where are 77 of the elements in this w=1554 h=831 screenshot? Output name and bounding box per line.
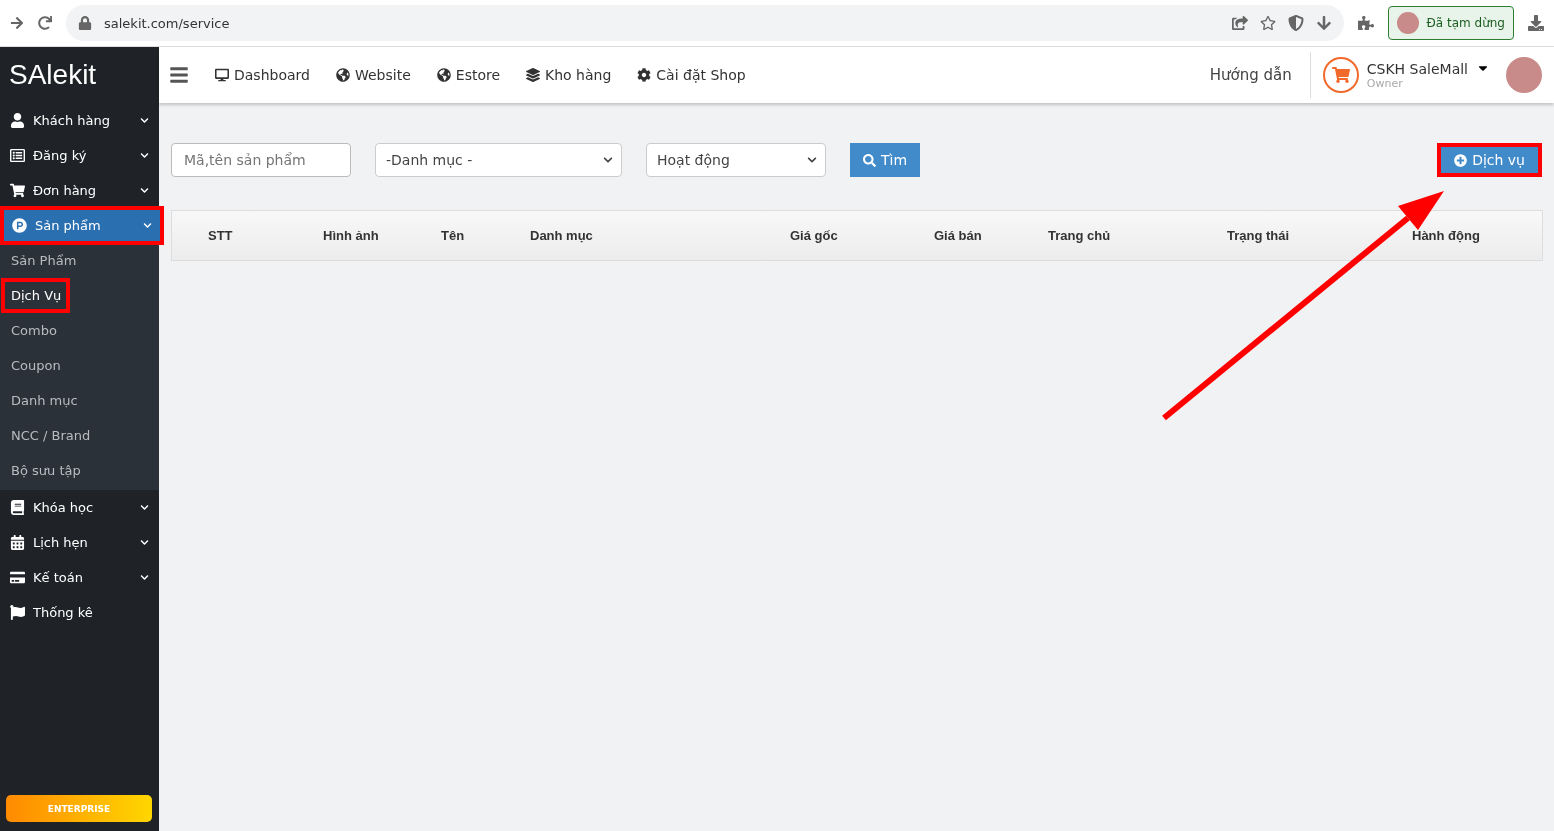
nav-link[interactable]: Dashboard	[215, 67, 310, 83]
address-bar[interactable]: salekit.com/service	[66, 5, 1344, 41]
submenu-item[interactable]: Combo	[5, 317, 62, 344]
avatar-placeholder	[1396, 12, 1419, 34]
nav-link[interactable]: Kho hàng	[526, 67, 612, 83]
search-field[interactable]: Mã,tên sản phẩm	[171, 143, 351, 177]
column-header: STT	[207, 228, 234, 243]
user-name[interactable]: CSKH SaleMall	[1366, 60, 1468, 77]
chevron-icon	[143, 221, 152, 230]
flag-icon	[10, 605, 25, 620]
column-header: Hình ảnh	[323, 228, 380, 243]
search-button[interactable]: Tìm	[850, 143, 921, 177]
lock-icon	[78, 16, 92, 30]
forward-icon[interactable]	[10, 16, 24, 30]
nav-link[interactable]: Website	[335, 67, 411, 83]
profile-button[interactable]: Đã tạm dừng	[1387, 6, 1514, 40]
gear-icon	[637, 68, 652, 82]
chevron-icon	[140, 116, 149, 125]
chevron-icon	[140, 573, 149, 582]
column-header: Giá bán	[934, 228, 983, 243]
sidebar-item[interactable]: Lịch hẹn	[0, 525, 159, 560]
nav-link[interactable]: Cài đặt Shop	[637, 67, 746, 83]
chevron-icon	[603, 155, 613, 165]
sidebar-item[interactable]: Khóa học	[0, 490, 159, 525]
submenu-item[interactable]: Danh mục	[5, 387, 83, 414]
sidebar-item[interactable]: Kế toán	[0, 560, 159, 595]
star-icon[interactable]	[1259, 15, 1276, 31]
chevron-icon	[807, 155, 817, 165]
submenu-item[interactable]: NCC / Brand	[5, 422, 96, 449]
globe-icon	[436, 68, 451, 82]
menu-icon[interactable]	[169, 65, 189, 85]
submenu-item[interactable]: Coupon	[5, 352, 66, 379]
sidebar-item[interactable]: Thống kê	[0, 595, 159, 630]
chevron-icon	[140, 151, 149, 160]
chevron-icon	[140, 538, 149, 547]
sidebar-item[interactable]: Đăng ký	[0, 138, 159, 173]
submenu-item[interactable]: Bộ sưu tập	[5, 457, 86, 484]
column-header: Tên	[441, 228, 466, 243]
book-icon	[10, 500, 25, 515]
puzzle-icon[interactable]	[1357, 15, 1374, 31]
download-icon[interactable]	[1528, 15, 1544, 31]
nav-link[interactable]: Estore	[436, 67, 501, 83]
user-role: Owner	[1366, 76, 1404, 90]
category-select[interactable]: -Danh mục -	[375, 143, 622, 177]
chevron-icon	[140, 186, 149, 195]
column-header: Danh mục	[530, 228, 594, 243]
plan-badge: ENTERPRISE	[6, 795, 152, 822]
logo: SAlekit	[8, 58, 98, 92]
shield-icon[interactable]	[1287, 15, 1304, 31]
download-arrow-icon[interactable]	[1315, 15, 1332, 31]
column-header: Trang chủ	[1048, 228, 1112, 243]
help-link[interactable]: Hướng dẫn	[1209, 66, 1292, 84]
add-service-button[interactable]: Dịch vụ	[1437, 143, 1542, 177]
reload-icon[interactable]	[38, 16, 52, 30]
layers-icon	[526, 68, 541, 82]
list-icon	[10, 148, 25, 163]
sidebar-item[interactable]: Sản phẩm	[2, 208, 162, 243]
card-icon	[10, 570, 25, 585]
column-header: Trạng thái	[1227, 228, 1291, 243]
search-icon	[863, 153, 876, 167]
sidebar-item[interactable]: Đơn hàng	[0, 173, 159, 208]
column-header: Giá gốc	[790, 228, 839, 243]
calendar-icon	[10, 535, 25, 550]
globe-icon	[335, 68, 350, 82]
plus-icon	[1454, 153, 1468, 167]
submenu-item[interactable]: Sản Phẩm	[5, 247, 82, 274]
user-icon	[10, 113, 25, 128]
monitor-icon	[215, 68, 229, 82]
sidebar-item[interactable]: Khách hàng	[0, 103, 159, 138]
chevron-icon	[140, 503, 149, 512]
cart-icon	[10, 183, 25, 198]
cart-icon	[1331, 66, 1350, 84]
avatar-placeholder[interactable]	[1506, 57, 1542, 93]
column-header: Hành động	[1412, 228, 1481, 243]
url-text: salekit.com/service	[104, 15, 230, 31]
status-select[interactable]: Hoạt động	[646, 143, 826, 177]
share-icon[interactable]	[1231, 15, 1248, 31]
